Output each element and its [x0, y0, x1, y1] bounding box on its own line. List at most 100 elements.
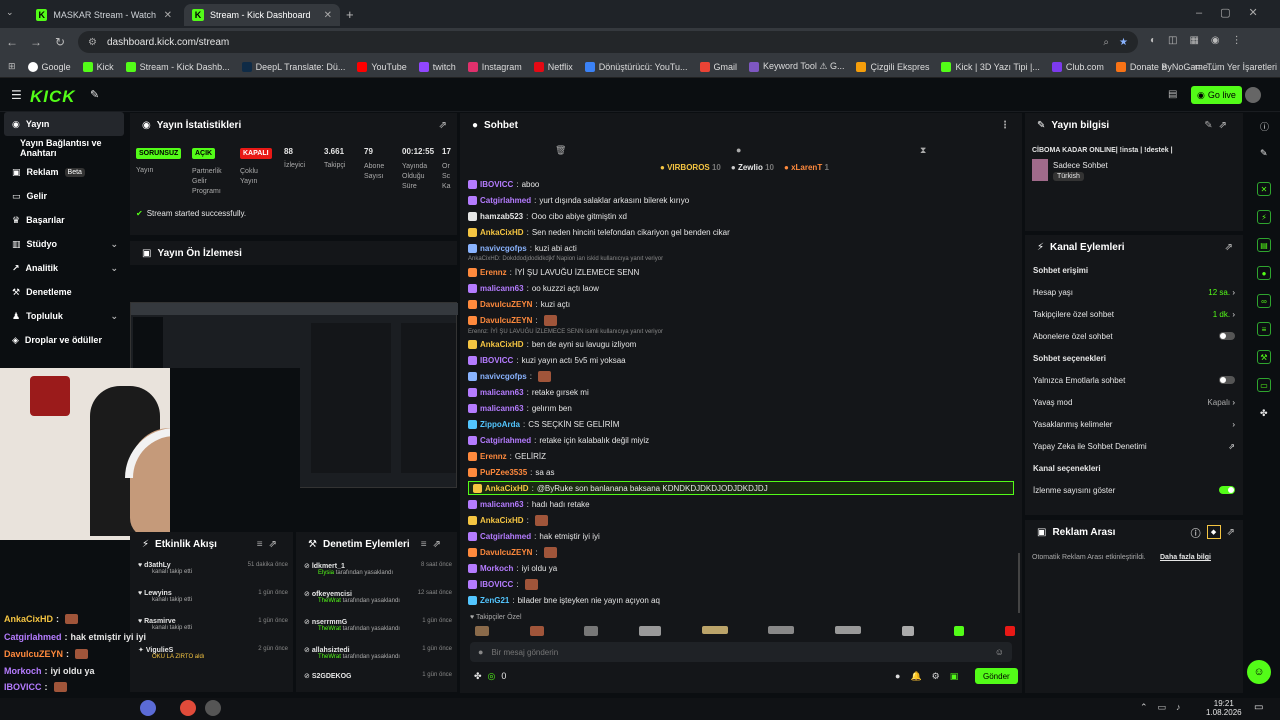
emote[interactable]: [638, 626, 661, 636]
chat-username[interactable]: ZenG21: [480, 596, 509, 605]
sidebar-item-reklam[interactable]: ▣ Reklam Beta: [0, 160, 128, 184]
clock[interactable]: 19:21 1.08.2026: [1206, 699, 1242, 717]
emote[interactable]: [768, 626, 795, 634]
rail-action-icon[interactable]: ✕: [1257, 182, 1271, 196]
gifter-1[interactable]: ● VIRBOROS 10: [660, 163, 721, 172]
chat-message[interactable]: Catgirlahmed: retake için kalabalık değil…: [468, 433, 649, 447]
back-icon[interactable]: ←: [0, 35, 24, 49]
ad-trigger-icon[interactable]: ◆: [1206, 525, 1221, 539]
bookmark-twitch[interactable]: twitch: [418, 61, 456, 72]
bookmark-keyword-tool[interactable]: Keyword Tool ⚠ G...: [749, 61, 844, 72]
chat-username[interactable]: Erennz: [480, 268, 507, 277]
settings-small-icon[interactable]: ✤: [474, 671, 482, 682]
rail-link-icon[interactable]: ∞: [1257, 294, 1271, 308]
chat-message[interactable]: hamzab523: Ooo cibo abiye gitmiştin xd: [468, 209, 627, 223]
avatar[interactable]: [1245, 87, 1261, 103]
bookmark-netflix[interactable]: Netflix: [533, 61, 573, 72]
points-icon[interactable]: ◎: [488, 671, 496, 682]
sidebar-item-studyo[interactable]: ▥ Stüdyo ⌄: [0, 232, 128, 256]
chat-message[interactable]: PuPZee3535: sa as: [468, 465, 555, 479]
emote[interactable]: [584, 626, 599, 636]
close-tab-icon[interactable]: ✕: [164, 10, 172, 21]
emoji-icon[interactable]: ☺: [995, 647, 1004, 657]
bookmark-gmail[interactable]: Gmail: [699, 61, 737, 72]
pin-icon[interactable]: ✎: [90, 88, 99, 101]
rail-wrench-icon[interactable]: ⚒: [1257, 350, 1271, 364]
pencil-icon[interactable]: ✎: [1260, 148, 1268, 159]
sidebar-item-analitik[interactable]: ↗ Analitik ⌄: [0, 256, 128, 280]
url-field[interactable]: ⚙ dashboard.kick.com/stream ⌕ ★: [78, 31, 1138, 53]
sidebar-item-droplar[interactable]: ◈ Droplar ve ödüller: [0, 328, 128, 352]
bookmark-converter[interactable]: Dönüştürücü: YouTu...: [584, 61, 688, 72]
hourglass-icon[interactable]: ⧗: [920, 145, 926, 156]
account-age-row[interactable]: Hesap yaşı 12 sa. ›: [1025, 281, 1243, 303]
chat-message[interactable]: navivcgofps: kuzi abi acti: [468, 241, 577, 255]
sidebar-item-stream-key[interactable]: Yayın Bağlantısı ve Anahtarı: [0, 136, 128, 160]
chat-username[interactable]: navivcgofps: [480, 372, 527, 381]
all-bookmarks[interactable]: ▭ Tüm Yer İşaretleri: [1194, 61, 1277, 72]
chat-message[interactable]: malicann63: gelırım ben: [468, 401, 572, 415]
help-bubble-icon[interactable]: ☺: [1247, 660, 1271, 684]
close-tab-icon[interactable]: ✕: [324, 10, 332, 21]
chat-username[interactable]: ZippoArda: [480, 420, 520, 429]
chat-username[interactable]: DavulcuZEYN: [480, 548, 532, 557]
reload-icon[interactable]: ↻: [48, 35, 72, 49]
chat-reply-context[interactable]: AnkaCixHD: Dokddodjdodidkdjkf Napion ian…: [468, 255, 663, 263]
chat-username[interactable]: DavulcuZEYN: [480, 316, 532, 325]
chat-username[interactable]: navivcgofps: [480, 244, 527, 253]
chat-username[interactable]: malicann63: [480, 284, 524, 293]
bookmark-club[interactable]: Club.com: [1051, 61, 1104, 72]
chat-message-field[interactable]: [491, 647, 987, 657]
chat-username[interactable]: malicann63: [480, 388, 524, 397]
chat-username[interactable]: IBOVICC: [480, 180, 513, 189]
chat-message[interactable]: IBOVICC:: [468, 577, 538, 591]
trash-icon[interactable]: 🗑: [555, 145, 566, 156]
notification-icon[interactable]: ▭: [1254, 702, 1263, 713]
chat-scrollbar[interactable]: [1018, 553, 1020, 613]
chat-username[interactable]: IBOVICC: [480, 580, 513, 589]
chat-username[interactable]: PuPZee3535: [480, 468, 527, 477]
emotes-only-toggle[interactable]: [1219, 376, 1235, 384]
site-info-icon[interactable]: ⚙: [88, 37, 97, 48]
show-viewers-toggle[interactable]: [1219, 486, 1235, 494]
banned-words-row[interactable]: Yasaklanmış kelimeler ›: [1025, 413, 1243, 435]
taskbar-app-icon[interactable]: [205, 700, 221, 716]
apps-icon[interactable]: ⊞: [8, 61, 16, 72]
rail-doc-icon[interactable]: ▤: [1257, 238, 1271, 252]
chat-message[interactable]: ZippoArda: CS SEÇKİN SE GELİRİM: [468, 417, 619, 431]
bookmark-google[interactable]: Google: [27, 61, 71, 72]
chat-message[interactable]: malicann63: hadı hadı retake: [468, 497, 590, 511]
chat-reply-context[interactable]: Erennz: İYİ ŞU LAVUĞU İZLEMECE SENN isim…: [468, 328, 663, 336]
chat-message[interactable]: Erennz: İYİ ŞU LAVUĞU İZLEMECE SENN: [468, 265, 639, 279]
chat-input[interactable]: ● ☺: [470, 642, 1012, 662]
info-icon[interactable]: ⓘ: [1191, 525, 1201, 540]
chat-message[interactable]: AnkaCixHD: ben de ayni su lavugu izliyom: [468, 337, 636, 351]
info-icon[interactable]: ⓘ: [1260, 120, 1269, 133]
chat-username[interactable]: Catgirlahmed: [480, 532, 531, 541]
sidebar-item-topluluk[interactable]: ♟ Topluluk ⌄: [0, 304, 128, 328]
bookmark-star-icon[interactable]: ★: [1119, 37, 1128, 48]
chat-message[interactable]: DavulcuZEYN:: [468, 313, 557, 327]
forward-icon[interactable]: →: [24, 35, 48, 49]
browser-tab-active[interactable]: K Stream - Kick Dashboard ✕: [184, 4, 340, 26]
bookmark-instagram[interactable]: Instagram: [467, 61, 522, 72]
tab-search-icon[interactable]: ⌄: [6, 7, 14, 18]
go-live-button[interactable]: ◉ Go live: [1191, 86, 1242, 104]
chat-username[interactable]: AnkaCixHD: [480, 228, 524, 237]
chat-username[interactable]: malicann63: [480, 404, 524, 413]
emote[interactable]: [1004, 626, 1015, 636]
kick-logo[interactable]: KICK: [30, 87, 76, 107]
taskbar-app-icon[interactable]: [180, 700, 196, 716]
chat-message[interactable]: Catgirlahmed: hak etmiştir iyi iyi: [468, 529, 600, 543]
chat-message[interactable]: Morkoch: iyi oldu ya: [468, 561, 557, 575]
subs-only-toggle[interactable]: [1219, 332, 1235, 340]
chat-message[interactable]: ZenG21: bilader bne işteyken nie yayın aç…: [468, 593, 660, 607]
popout-icon[interactable]: ⇗: [1225, 242, 1233, 253]
emote[interactable]: [901, 626, 914, 636]
bookmark-kick-dashboard[interactable]: Stream - Kick Dashb...: [125, 61, 230, 72]
chat-message[interactable]: AnkaCixHD: @ByRuke son banlanana baksana …: [468, 481, 1014, 495]
gifter-3[interactable]: ● xLarenT 1: [784, 163, 829, 172]
emote[interactable]: [475, 626, 489, 636]
bookmark-kick-3d[interactable]: Kick | 3D Yazı Tipi |...: [941, 61, 1040, 72]
bell-icon[interactable]: 🔔: [910, 671, 921, 682]
